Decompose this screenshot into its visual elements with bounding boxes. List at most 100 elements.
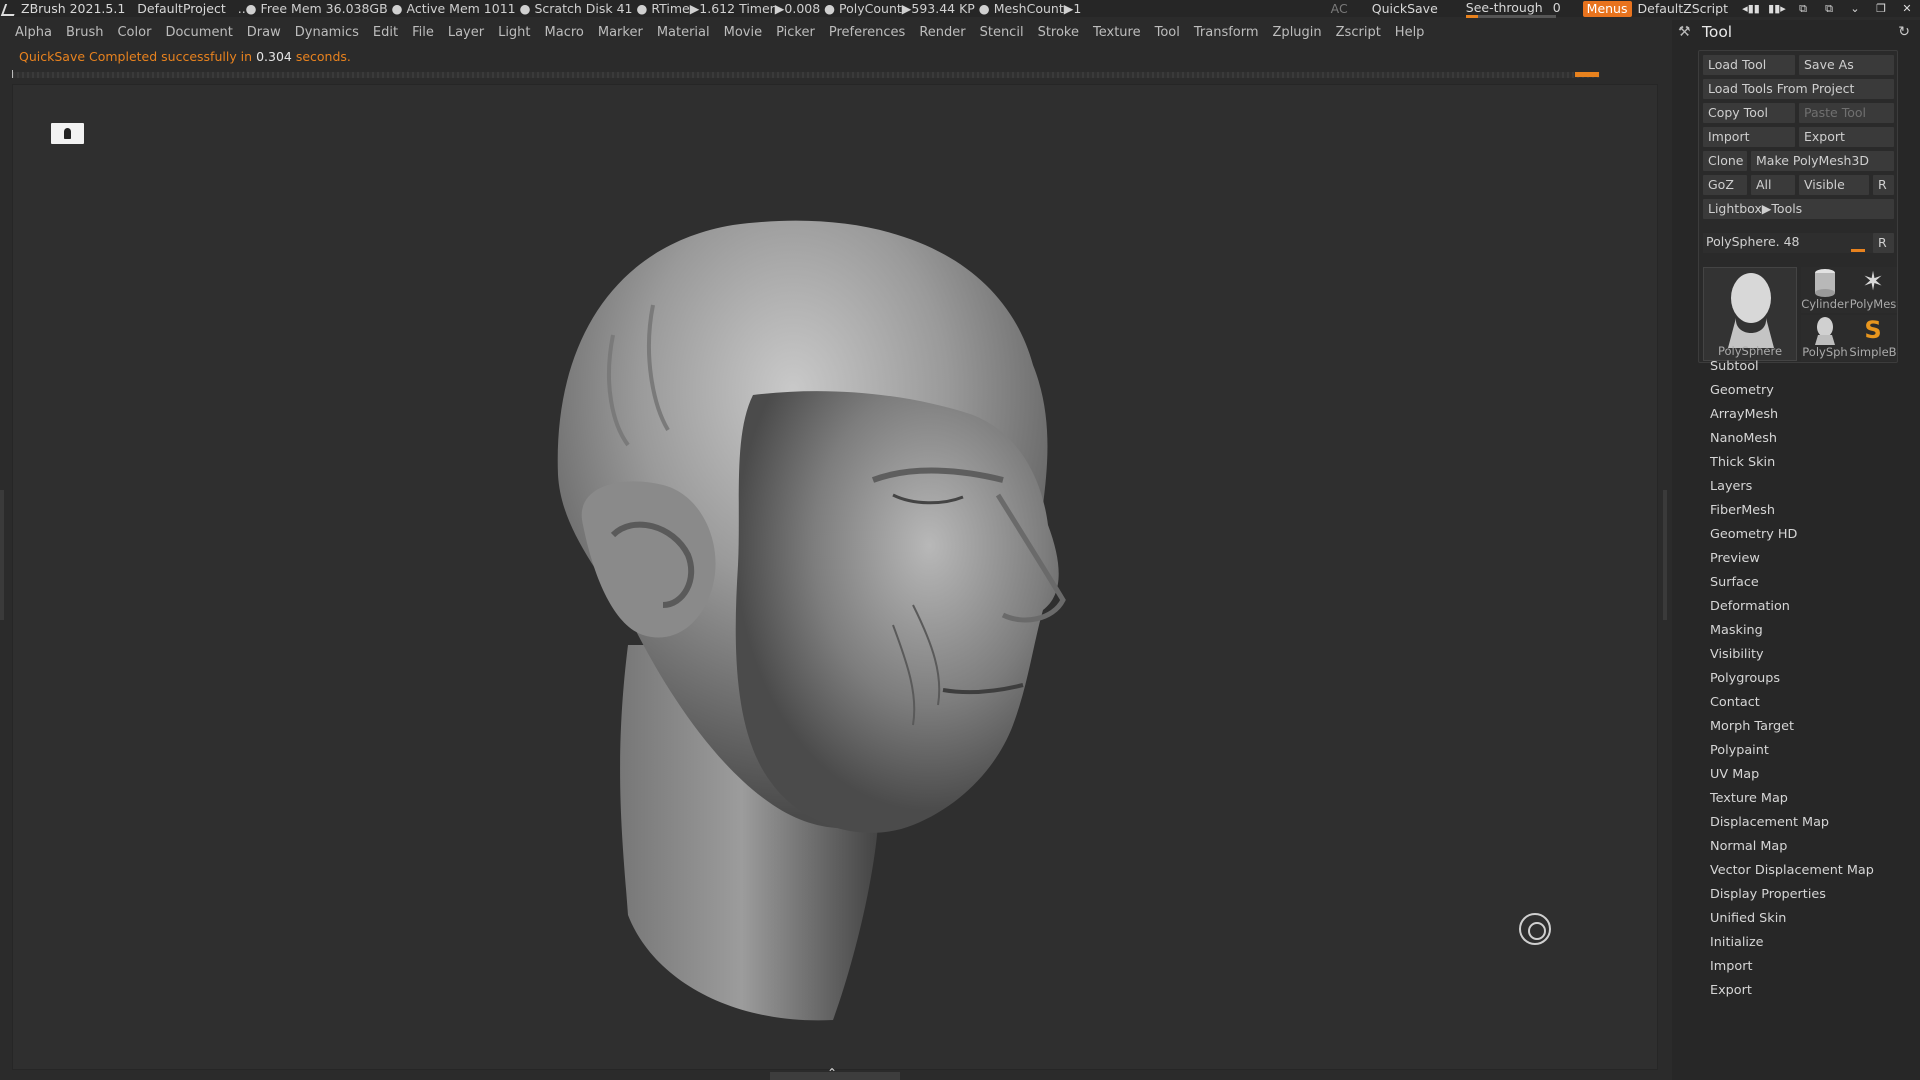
layout-next-icon[interactable]: ▮▮▸: [1764, 2, 1790, 15]
section-visibility[interactable]: Visibility: [1710, 643, 1874, 667]
section-import[interactable]: Import: [1710, 955, 1874, 979]
menu-movie[interactable]: Movie: [724, 25, 762, 40]
section-arraymesh[interactable]: ArrayMesh: [1710, 403, 1874, 427]
paste-tool-button[interactable]: Paste Tool: [1799, 103, 1894, 123]
menu-material[interactable]: Material: [657, 25, 710, 40]
section-unified-skin[interactable]: Unified Skin: [1710, 907, 1874, 931]
goz-all-button[interactable]: All: [1751, 175, 1795, 195]
section-normal-map[interactable]: Normal Map: [1710, 835, 1874, 859]
menu-stroke[interactable]: Stroke: [1038, 25, 1079, 40]
see-through-value: 0: [1552, 0, 1561, 15]
goz-button[interactable]: GoZ: [1703, 175, 1747, 195]
section-polygroups[interactable]: Polygroups: [1710, 667, 1874, 691]
section-initialize[interactable]: Initialize: [1710, 931, 1874, 955]
project-name[interactable]: DefaultProject: [137, 1, 225, 16]
sculpt-head-model[interactable]: [13, 85, 1659, 1071]
menu-picker[interactable]: Picker: [776, 25, 815, 40]
section-geometry-hd[interactable]: Geometry HD: [1710, 523, 1874, 547]
polysphere-thumbnail[interactable]: PolySphere: [1703, 267, 1797, 361]
menu-preferences[interactable]: Preferences: [829, 25, 905, 40]
minimize-icon[interactable]: ⌄: [1842, 2, 1868, 15]
menu-light[interactable]: Light: [498, 25, 530, 40]
menu-draw[interactable]: Draw: [247, 25, 281, 40]
menu-zscript[interactable]: Zscript: [1336, 25, 1381, 40]
menu-brush[interactable]: Brush: [66, 25, 104, 40]
menu-dynamics[interactable]: Dynamics: [295, 25, 359, 40]
see-through-slider[interactable]: See-through 0: [1465, 0, 1571, 18]
section-deformation[interactable]: Deformation: [1710, 595, 1874, 619]
section-nanomesh[interactable]: NanoMesh: [1710, 427, 1874, 451]
ac-toggle[interactable]: AC: [1331, 1, 1348, 16]
dock-right-icon[interactable]: ⧉: [1816, 2, 1842, 16]
menu-texture[interactable]: Texture: [1093, 25, 1141, 40]
menu-transform[interactable]: Transform: [1194, 25, 1259, 40]
polymesh-thumbnail[interactable]: ✶ PolyMes: [1849, 267, 1897, 313]
menu-document[interactable]: Document: [165, 25, 232, 40]
section-morph-target[interactable]: Morph Target: [1710, 715, 1874, 739]
menu-alpha[interactable]: Alpha: [15, 25, 52, 40]
clone-button[interactable]: Clone: [1703, 151, 1747, 171]
bottom-tray-handle[interactable]: [770, 1066, 900, 1080]
section-polypaint[interactable]: Polypaint: [1710, 739, 1874, 763]
section-layers[interactable]: Layers: [1710, 475, 1874, 499]
section-surface[interactable]: Surface: [1710, 571, 1874, 595]
goz-r-button[interactable]: R: [1873, 175, 1894, 195]
section-subtool[interactable]: Subtool: [1710, 355, 1874, 379]
section-geometry[interactable]: Geometry: [1710, 379, 1874, 403]
see-through-track[interactable]: [1465, 14, 1556, 18]
menu-edit[interactable]: Edit: [373, 25, 398, 40]
menus-toggle-button[interactable]: Menus: [1582, 0, 1632, 17]
menu-stencil[interactable]: Stencil: [980, 25, 1024, 40]
load-tool-button[interactable]: Load Tool: [1703, 55, 1795, 75]
section-thick-skin[interactable]: Thick Skin: [1710, 451, 1874, 475]
current-tool-slider-thumb[interactable]: [1851, 249, 1865, 252]
menu-file[interactable]: File: [412, 25, 434, 40]
import-button[interactable]: Import: [1703, 127, 1795, 147]
right-tray-handle[interactable]: [1663, 490, 1667, 620]
save-as-button[interactable]: Save As: [1799, 55, 1894, 75]
section-texture-map[interactable]: Texture Map: [1710, 787, 1874, 811]
menu-marker[interactable]: Marker: [598, 25, 643, 40]
current-tool-slider[interactable]: PolySphere. 48: [1703, 233, 1893, 253]
menu-macro[interactable]: Macro: [545, 25, 584, 40]
tool-thumbnails: PolySphere Cylinder ✶ PolyMes PolySph S …: [1703, 267, 1897, 361]
layout-prev-icon[interactable]: ◂▮▮: [1738, 2, 1764, 15]
tool-palette-title: Tool: [1702, 23, 1733, 41]
section-contact[interactable]: Contact: [1710, 691, 1874, 715]
lightbox-tools-button[interactable]: Lightbox▶Tools: [1703, 199, 1894, 219]
see-through-thumb[interactable]: [1465, 14, 1478, 18]
menu-tool[interactable]: Tool: [1155, 25, 1180, 40]
zscript-selector[interactable]: DefaultZScript: [1638, 1, 1729, 16]
refresh-icon[interactable]: ↻: [1898, 24, 1910, 40]
section-display-properties[interactable]: Display Properties: [1710, 883, 1874, 907]
menu-zplugin[interactable]: Zplugin: [1273, 25, 1322, 40]
section-vector-displacement-map[interactable]: Vector Displacement Map: [1710, 859, 1874, 883]
section-fibermesh[interactable]: FiberMesh: [1710, 499, 1874, 523]
tool-r-button[interactable]: R: [1873, 233, 1894, 253]
timeline-marker[interactable]: [1575, 72, 1599, 77]
section-masking[interactable]: Masking: [1710, 619, 1874, 643]
section-displacement-map[interactable]: Displacement Map: [1710, 811, 1874, 835]
document-canvas[interactable]: [12, 84, 1658, 1070]
load-tools-from-project-button[interactable]: Load Tools From Project: [1703, 79, 1894, 99]
tool-palette-header[interactable]: ⚒ Tool ↻: [1672, 20, 1920, 44]
export-button[interactable]: Export: [1799, 127, 1894, 147]
section-preview[interactable]: Preview: [1710, 547, 1874, 571]
menu-render[interactable]: Render: [919, 25, 965, 40]
quicksave-button[interactable]: QuickSave: [1372, 1, 1438, 16]
cylinder-thumbnail[interactable]: Cylinder: [1801, 267, 1849, 313]
timeline-strip[interactable]: [12, 70, 1600, 78]
copy-tool-button[interactable]: Copy Tool: [1703, 103, 1795, 123]
make-polymesh3d-button[interactable]: Make PolyMesh3D: [1751, 151, 1894, 171]
section-export[interactable]: Export: [1710, 979, 1874, 1003]
restore-icon[interactable]: ❐: [1868, 2, 1894, 15]
dock-left-icon[interactable]: ⧉: [1790, 2, 1816, 16]
menu-color[interactable]: Color: [117, 25, 151, 40]
close-icon[interactable]: ✕: [1894, 2, 1920, 15]
cylinder-icon: [1815, 269, 1835, 297]
section-uv-map[interactable]: UV Map: [1710, 763, 1874, 787]
menu-layer[interactable]: Layer: [448, 25, 484, 40]
menu-help[interactable]: Help: [1395, 25, 1425, 40]
goz-visible-button[interactable]: Visible: [1799, 175, 1869, 195]
left-tray-handle[interactable]: [0, 490, 4, 620]
